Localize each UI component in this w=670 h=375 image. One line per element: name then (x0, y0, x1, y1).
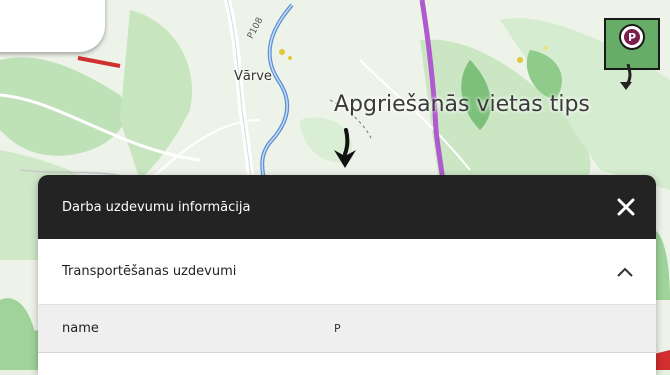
panel-title: Darba uzdevumu informācija (62, 199, 251, 215)
section-title: Transportēšanas uzdevumi (62, 264, 237, 279)
close-icon (617, 198, 635, 216)
place-label: Vārve (234, 69, 272, 84)
section-header-transport-tasks[interactable]: Transportēšanas uzdevumi (38, 239, 656, 305)
row-value: P (334, 322, 341, 335)
task-info-panel: Darba uzdevumu informācija Transportēšan… (38, 175, 656, 375)
parking-turnaround-marker[interactable]: P (604, 18, 660, 70)
chevron-up-icon[interactable] (616, 266, 634, 278)
marker-pointer-arrow-icon (620, 64, 632, 90)
table-row: name P (38, 305, 656, 353)
annotation-label: Apgriešanās vietas tips (334, 92, 590, 117)
panel-header: Darba uzdevumu informācija (38, 175, 656, 239)
map-overlay-card[interactable] (0, 0, 105, 52)
parking-icon: P (619, 24, 645, 50)
row-key: name (62, 321, 99, 336)
annotation-arrow-icon (334, 128, 356, 168)
parking-letter: P (624, 29, 640, 45)
close-button[interactable] (613, 194, 639, 220)
